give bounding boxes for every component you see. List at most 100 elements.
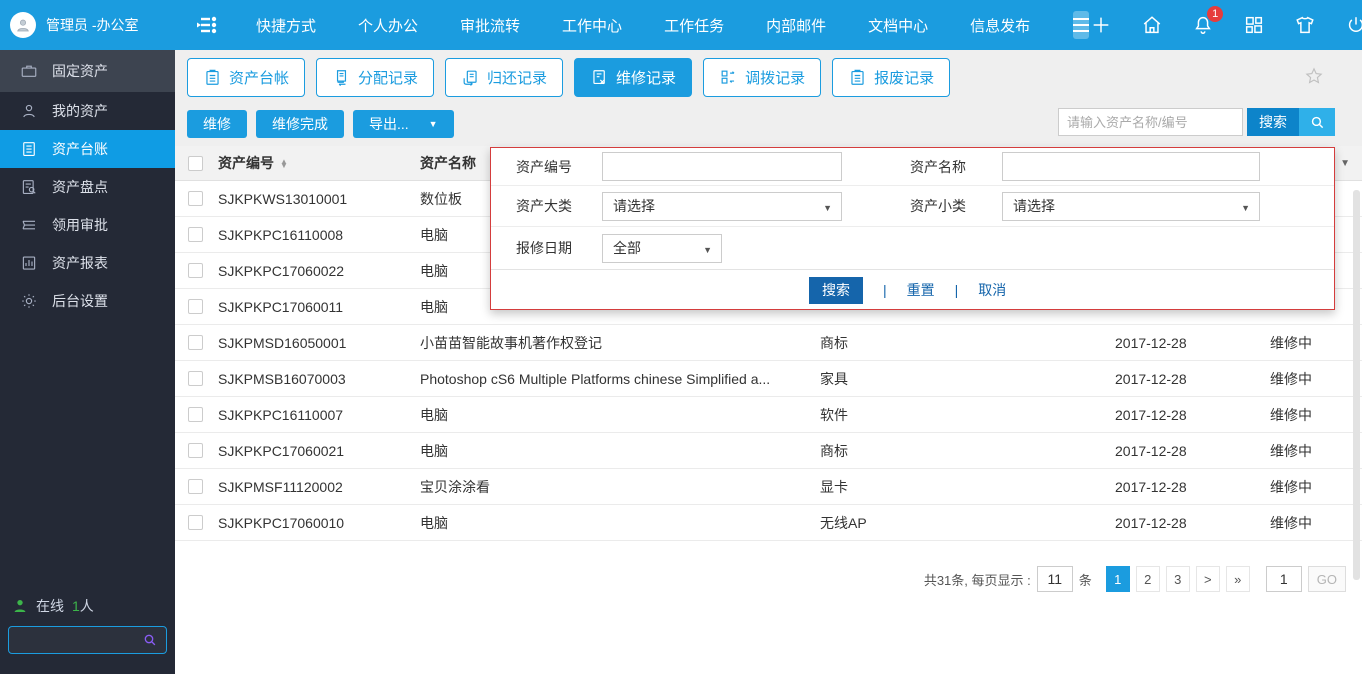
nav-item-shortcuts[interactable]: 快捷方式: [235, 15, 337, 36]
table-row[interactable]: SJKPKPC17060010 电脑 无线AP 2017-12-28 维修中: [175, 505, 1362, 541]
doc-transfer-icon: [336, 70, 347, 86]
filter-name-input[interactable]: [1002, 152, 1260, 181]
select-all-checkbox[interactable]: [187, 155, 203, 171]
cell-repair-date: 2017-12-28: [1115, 478, 1187, 495]
page-next-button[interactable]: >: [1195, 566, 1220, 592]
column-header-code[interactable]: 资产编号 ▲ ▼: [215, 153, 415, 173]
power-icon[interactable]: [1344, 13, 1362, 37]
sidebar-item-asset-reports[interactable]: 资产报表: [0, 244, 175, 282]
table-row[interactable]: SJKPMSD16050001 小苗苗智能故事机著作权登记 商标 2017-12…: [175, 325, 1362, 361]
plus-icon[interactable]: [1089, 13, 1113, 37]
cell-asset-category: 显卡: [820, 478, 848, 495]
page-size-box[interactable]: 11: [1036, 566, 1073, 592]
row-checkbox[interactable]: [187, 407, 203, 422]
bell-icon[interactable]: 1: [1191, 6, 1224, 37]
tab-repair-records[interactable]: 维修记录: [574, 58, 693, 97]
tab-transfer-records[interactable]: 调拨记录: [703, 58, 822, 97]
tab-return-records[interactable]: 归还记录: [445, 58, 564, 97]
nav-item-approval-flow[interactable]: 审批流转: [439, 15, 541, 36]
cell-asset-code: SJKPMSB16070003: [218, 370, 346, 387]
page-last-button[interactable]: »: [1225, 566, 1250, 592]
sort-icon[interactable]: ▲ ▼: [280, 157, 288, 170]
cell-asset-category: 家具: [820, 370, 848, 387]
row-checkbox[interactable]: [187, 263, 203, 278]
filter-minor-class-select[interactable]: 请选择 ▼: [1002, 191, 1260, 221]
nav-item-info-publish[interactable]: 信息发布: [949, 15, 1051, 36]
filter-search-button[interactable]: 搜索: [809, 276, 863, 304]
search-loupe-button[interactable]: [1299, 108, 1335, 136]
filter-major-class-select[interactable]: 请选择 ▼: [602, 191, 842, 221]
user-block[interactable]: 管理员 -办公室: [0, 12, 175, 38]
cell-asset-category: 无线AP: [820, 514, 867, 531]
sidebar-item-label: 领用审批: [52, 217, 108, 233]
table-row[interactable]: SJKPMSF11120002 宝贝涂涂看 显卡 2017-12-28 维修中: [175, 469, 1362, 505]
page-button-2[interactable]: 2: [1135, 566, 1160, 592]
go-button[interactable]: GO: [1307, 566, 1346, 592]
avatar: [10, 12, 36, 38]
cell-asset-name: 电脑: [420, 406, 448, 423]
clipboard-icon: [851, 69, 864, 85]
cell-asset-category: 软件: [820, 406, 848, 423]
home-icon[interactable]: [1140, 13, 1164, 37]
doc-repair-icon: [593, 70, 605, 85]
filter-cancel-button[interactable]: 取消: [978, 280, 1006, 300]
page-button-3[interactable]: 3: [1165, 566, 1190, 592]
nav-item-work-center[interactable]: 工作中心: [541, 15, 643, 36]
repair-button[interactable]: 维修: [187, 109, 247, 138]
quick-search-button[interactable]: 搜索: [1247, 108, 1299, 136]
row-checkbox[interactable]: [187, 371, 203, 386]
table-row[interactable]: SJKPKPC16110007 电脑 软件 2017-12-28 维修中: [175, 397, 1362, 433]
column-chooser-icon[interactable]: ▼: [1340, 158, 1350, 169]
repair-done-button[interactable]: 维修完成: [256, 109, 344, 138]
filter-panel: 资产编号 资产名称 资产大类 请选择 ▼ 资产小类 请选择 ▼ 报修日期 全部 ▼ 搜…: [490, 147, 1335, 310]
sidebar-item-my-assets[interactable]: 我的资产: [0, 92, 175, 130]
apps-grid-icon[interactable]: [1242, 13, 1266, 37]
cell-repair-date: 2017-12-28: [1115, 442, 1187, 459]
vertical-scrollbar[interactable]: [1353, 190, 1360, 580]
favorite-star-icon[interactable]: [1304, 66, 1324, 86]
page-button-1[interactable]: 1: [1105, 566, 1130, 592]
nav-item-document-center[interactable]: 文档中心: [847, 15, 949, 36]
cell-repair-date: 2017-12-28: [1115, 334, 1187, 351]
sidebar-item-label: 资产台账: [52, 141, 108, 157]
nav-item-personal-office[interactable]: 个人办公: [337, 15, 439, 36]
nav-item-internal-mail[interactable]: 内部邮件: [745, 15, 847, 36]
filter-code-input[interactable]: [602, 152, 842, 181]
table-row[interactable]: SJKPMSB16070003 Photoshop cS6 Multiple P…: [175, 361, 1362, 397]
search-icon[interactable]: [142, 632, 158, 648]
shirt-icon[interactable]: [1293, 13, 1317, 37]
sidebar-item-asset-ledger[interactable]: 资产台账: [0, 130, 175, 168]
goto-page-input[interactable]: [1265, 566, 1302, 592]
sidebar: 固定资产 我的资产 资产台账 资产盘点 领用审批 资产报表 后台设置 在线 1人: [0, 50, 175, 674]
row-checkbox[interactable]: [187, 443, 203, 458]
quick-search-input[interactable]: [1058, 108, 1243, 136]
filter-reset-button[interactable]: 重置: [907, 280, 935, 300]
tab-scrap-records[interactable]: 报废记录: [832, 58, 951, 97]
page-size-unit: 条: [1078, 572, 1092, 588]
row-checkbox[interactable]: [187, 335, 203, 350]
top-navigation: 快捷方式 个人办公 审批流转 工作中心 工作任务 内部邮件 文档中心 信息发布: [235, 15, 1051, 36]
cell-asset-code: SJKPKPC17060021: [218, 442, 345, 459]
sidebar-item-fixed-assets[interactable]: 固定资产: [0, 50, 175, 92]
table-row[interactable]: SJKPKPC17060021 电脑 商标 2017-12-28 维修中: [175, 433, 1362, 469]
sidebar-item-asset-inventory[interactable]: 资产盘点: [0, 168, 175, 206]
sidebar-item-backend-settings[interactable]: 后台设置: [0, 282, 175, 320]
chevron-down-icon: ▼: [428, 118, 438, 129]
row-checkbox[interactable]: [187, 227, 203, 242]
row-checkbox[interactable]: [187, 515, 203, 530]
filter-repair-date-select[interactable]: 全部 ▼: [602, 233, 722, 263]
row-checkbox[interactable]: [187, 191, 203, 206]
row-checkbox[interactable]: [187, 299, 203, 314]
tab-allocation-records[interactable]: 分配记录: [316, 58, 435, 97]
tab-label: 维修记录: [616, 70, 677, 87]
hamburger-icon[interactable]: [1073, 11, 1090, 39]
search-icon: [1311, 116, 1323, 128]
row-checkbox[interactable]: [187, 479, 203, 494]
gear-icon: [22, 294, 36, 308]
online-label: 在线: [36, 598, 64, 614]
tab-asset-ledger[interactable]: 资产台帐: [187, 58, 306, 97]
sidebar-item-requisition-approval[interactable]: 领用审批: [0, 206, 175, 244]
nav-item-work-tasks[interactable]: 工作任务: [643, 15, 745, 36]
collapse-menu-icon[interactable]: [193, 12, 219, 38]
export-button[interactable]: 导出... ▼: [353, 109, 454, 138]
